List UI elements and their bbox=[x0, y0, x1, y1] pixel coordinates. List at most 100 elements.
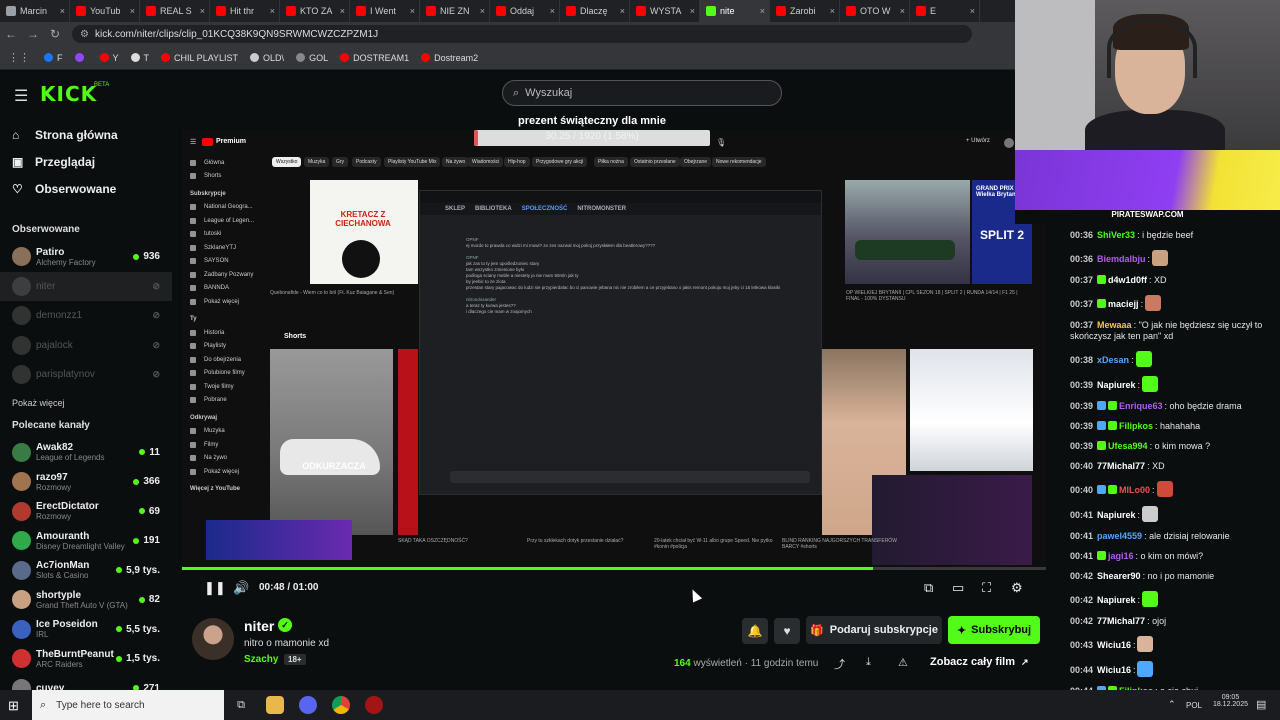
notification-bell-icon[interactable]: 🔔 bbox=[742, 618, 768, 644]
chat-username[interactable]: 77Michal77 bbox=[1097, 461, 1145, 471]
chat-username[interactable]: jagi16 bbox=[1108, 551, 1134, 561]
taskbar-search-input[interactable]: ⌕ Type here to search bbox=[32, 690, 224, 720]
channel-item[interactable]: pajalock ⊘ bbox=[0, 331, 172, 361]
chat-username[interactable]: d4w1d0ff bbox=[1108, 275, 1147, 285]
chat-username[interactable]: 77Michal77 bbox=[1097, 616, 1145, 626]
app-icon[interactable] bbox=[365, 696, 383, 714]
settings-icon[interactable]: ⚙ bbox=[1011, 580, 1023, 596]
channel-item[interactable]: shortyple Grand Theft Auto V (GTA) 82 bbox=[0, 585, 172, 615]
chat-username[interactable]: Napiurek bbox=[1097, 595, 1136, 605]
bookmark[interactable]: CHIL PLAYLIST bbox=[161, 53, 238, 63]
windows-start-icon[interactable]: ⊞ bbox=[8, 698, 19, 714]
download-icon[interactable]: ⤓ bbox=[866, 656, 871, 669]
search-input[interactable]: ⌕ Wyszukaj bbox=[502, 80, 782, 106]
category-link[interactable]: Szachy bbox=[244, 654, 278, 665]
kick-logo[interactable]: KICK bbox=[40, 82, 97, 106]
tab-close-icon[interactable]: × bbox=[410, 6, 415, 16]
channel-item[interactable]: niter ⊘ bbox=[0, 271, 172, 301]
browser-tab[interactable]: Zarobi × bbox=[770, 0, 840, 22]
video-player[interactable]: ☰ Premium Główna Shorts Subskrypcje Nationa… bbox=[182, 130, 1046, 570]
channel-item[interactable]: TheBurntPeanut ARC Raiders 1,5 tys. bbox=[0, 644, 172, 674]
browser-tab[interactable]: Oddaj × bbox=[490, 0, 560, 22]
file-explorer-icon[interactable] bbox=[266, 696, 284, 714]
fullscreen-icon[interactable]: ⛶ bbox=[982, 580, 991, 596]
browser-tab[interactable]: YouTub × bbox=[70, 0, 140, 22]
bookmark[interactable]: DOSTREAM1 bbox=[340, 53, 409, 63]
browser-tab[interactable]: OTO W × bbox=[840, 0, 910, 22]
apps-icon[interactable]: ⋮⋮ bbox=[8, 51, 30, 64]
sidebar-nav-item[interactable]: ♡ Obserwowane bbox=[0, 175, 172, 202]
bookmark[interactable]: OLD\ bbox=[250, 53, 284, 63]
channel-item[interactable]: Ac7ionMan Slots & Casino 5,9 tys. bbox=[0, 556, 172, 586]
forward-icon[interactable]: → bbox=[22, 27, 44, 41]
volume-icon[interactable]: 🔊 bbox=[233, 580, 249, 596]
share-icon[interactable]: ⤴ bbox=[834, 656, 845, 672]
browser-tab[interactable]: nite × bbox=[700, 0, 770, 22]
gift-subscription-button[interactable]: 🎁 Podaruj subskrypcje bbox=[806, 616, 942, 644]
bookmark[interactable]: T bbox=[130, 53, 149, 63]
reload-icon[interactable]: ↻ bbox=[44, 27, 66, 41]
browser-tab[interactable]: I Went × bbox=[350, 0, 420, 22]
tab-close-icon[interactable]: × bbox=[340, 6, 345, 16]
bookmark[interactable]: F bbox=[44, 53, 63, 63]
chat-username[interactable]: Napiurek bbox=[1097, 510, 1136, 520]
streamer-name[interactable]: niter bbox=[244, 618, 274, 634]
tab-close-icon[interactable]: × bbox=[480, 6, 485, 16]
clock[interactable]: 09:05 18.12.2025 bbox=[1213, 694, 1248, 708]
bookmark[interactable] bbox=[74, 53, 88, 62]
browser-tab[interactable]: E × bbox=[910, 0, 980, 22]
report-icon[interactable]: ⚠ bbox=[898, 656, 908, 669]
chat-username[interactable]: Ufesa994 bbox=[1108, 441, 1148, 451]
browser-tab[interactable]: NIE ZN × bbox=[420, 0, 490, 22]
browser-tab[interactable]: KTO ZA × bbox=[280, 0, 350, 22]
tab-close-icon[interactable]: × bbox=[60, 6, 65, 16]
tab-close-icon[interactable]: × bbox=[200, 6, 205, 16]
chat-username[interactable]: Filipkos bbox=[1119, 421, 1153, 431]
chrome-icon[interactable] bbox=[332, 696, 350, 714]
channel-item[interactable]: Ice Poseidon IRL 5,5 tys. bbox=[0, 615, 172, 645]
notifications-icon[interactable]: ▤ bbox=[1256, 698, 1266, 711]
tab-close-icon[interactable]: × bbox=[900, 6, 905, 16]
chat-scrollbar[interactable] bbox=[1046, 226, 1060, 690]
tab-close-icon[interactable]: × bbox=[760, 6, 765, 16]
url-field[interactable]: ⚙ kick.com/niter/clips/clip_01KCQ38K9QN9… bbox=[72, 25, 972, 43]
channel-item[interactable]: Amouranth Disney Dreamlight Valley 191 bbox=[0, 526, 172, 556]
miniplayer-icon[interactable]: ⧉ bbox=[924, 580, 933, 596]
chat-username[interactable]: Biemdalbju bbox=[1097, 254, 1146, 264]
chat-username[interactable]: Wiciu16 bbox=[1097, 640, 1131, 650]
browser-tab[interactable]: Dlaczę × bbox=[560, 0, 630, 22]
chat-username[interactable]: pawel4559 bbox=[1097, 531, 1142, 541]
browser-tab[interactable]: Hit thr × bbox=[210, 0, 280, 22]
sidebar-nav-item[interactable]: ▣ Przeglądaj bbox=[0, 148, 172, 175]
task-view-icon[interactable]: ⧉ bbox=[232, 696, 250, 714]
menu-icon[interactable]: ☰ bbox=[14, 86, 28, 106]
bookmark[interactable]: Y bbox=[99, 53, 119, 63]
chat-username[interactable]: ShiVer33 bbox=[1097, 230, 1135, 240]
bookmark[interactable]: Dostream2 bbox=[421, 53, 478, 63]
subscribe-button[interactable]: ✦ Subskrybuj bbox=[948, 616, 1040, 644]
tab-close-icon[interactable]: × bbox=[830, 6, 835, 16]
language-indicator[interactable]: POL bbox=[1186, 701, 1202, 710]
tab-close-icon[interactable]: × bbox=[550, 6, 555, 16]
theater-icon[interactable]: ▭ bbox=[952, 580, 964, 596]
discord-icon[interactable] bbox=[299, 696, 317, 714]
bookmark[interactable]: GOL bbox=[296, 53, 328, 63]
tab-close-icon[interactable]: × bbox=[620, 6, 625, 16]
channel-item[interactable]: cuvey 271 bbox=[0, 674, 172, 690]
chat-username[interactable]: Napiurek bbox=[1097, 380, 1136, 390]
heart-icon[interactable]: ♥ bbox=[774, 618, 800, 644]
sidebar-nav-item[interactable]: ⌂ Strona główna bbox=[0, 121, 172, 148]
browser-tab[interactable]: REAL S × bbox=[140, 0, 210, 22]
watch-full-video-link[interactable]: Zobacz cały film ↗ bbox=[930, 656, 1029, 668]
chat-username[interactable]: Wiciu16 bbox=[1097, 665, 1131, 675]
chat-username[interactable]: Mewaaa bbox=[1097, 320, 1132, 330]
channel-item[interactable]: parisplatynov ⊘ bbox=[0, 360, 172, 390]
chat-username[interactable]: Enrique63 bbox=[1119, 401, 1163, 411]
site-info-icon[interactable]: ⚙ bbox=[80, 29, 89, 40]
channel-item[interactable]: razo97 Rozmowy 366 bbox=[0, 467, 172, 497]
back-icon[interactable]: ← bbox=[0, 27, 22, 41]
tab-close-icon[interactable]: × bbox=[130, 6, 135, 16]
channel-item[interactable]: Patiro Alchemy Factory 936 bbox=[0, 242, 172, 272]
chat-username[interactable]: maciejj bbox=[1108, 299, 1139, 309]
chat-username[interactable]: MlLo00 bbox=[1119, 485, 1150, 495]
